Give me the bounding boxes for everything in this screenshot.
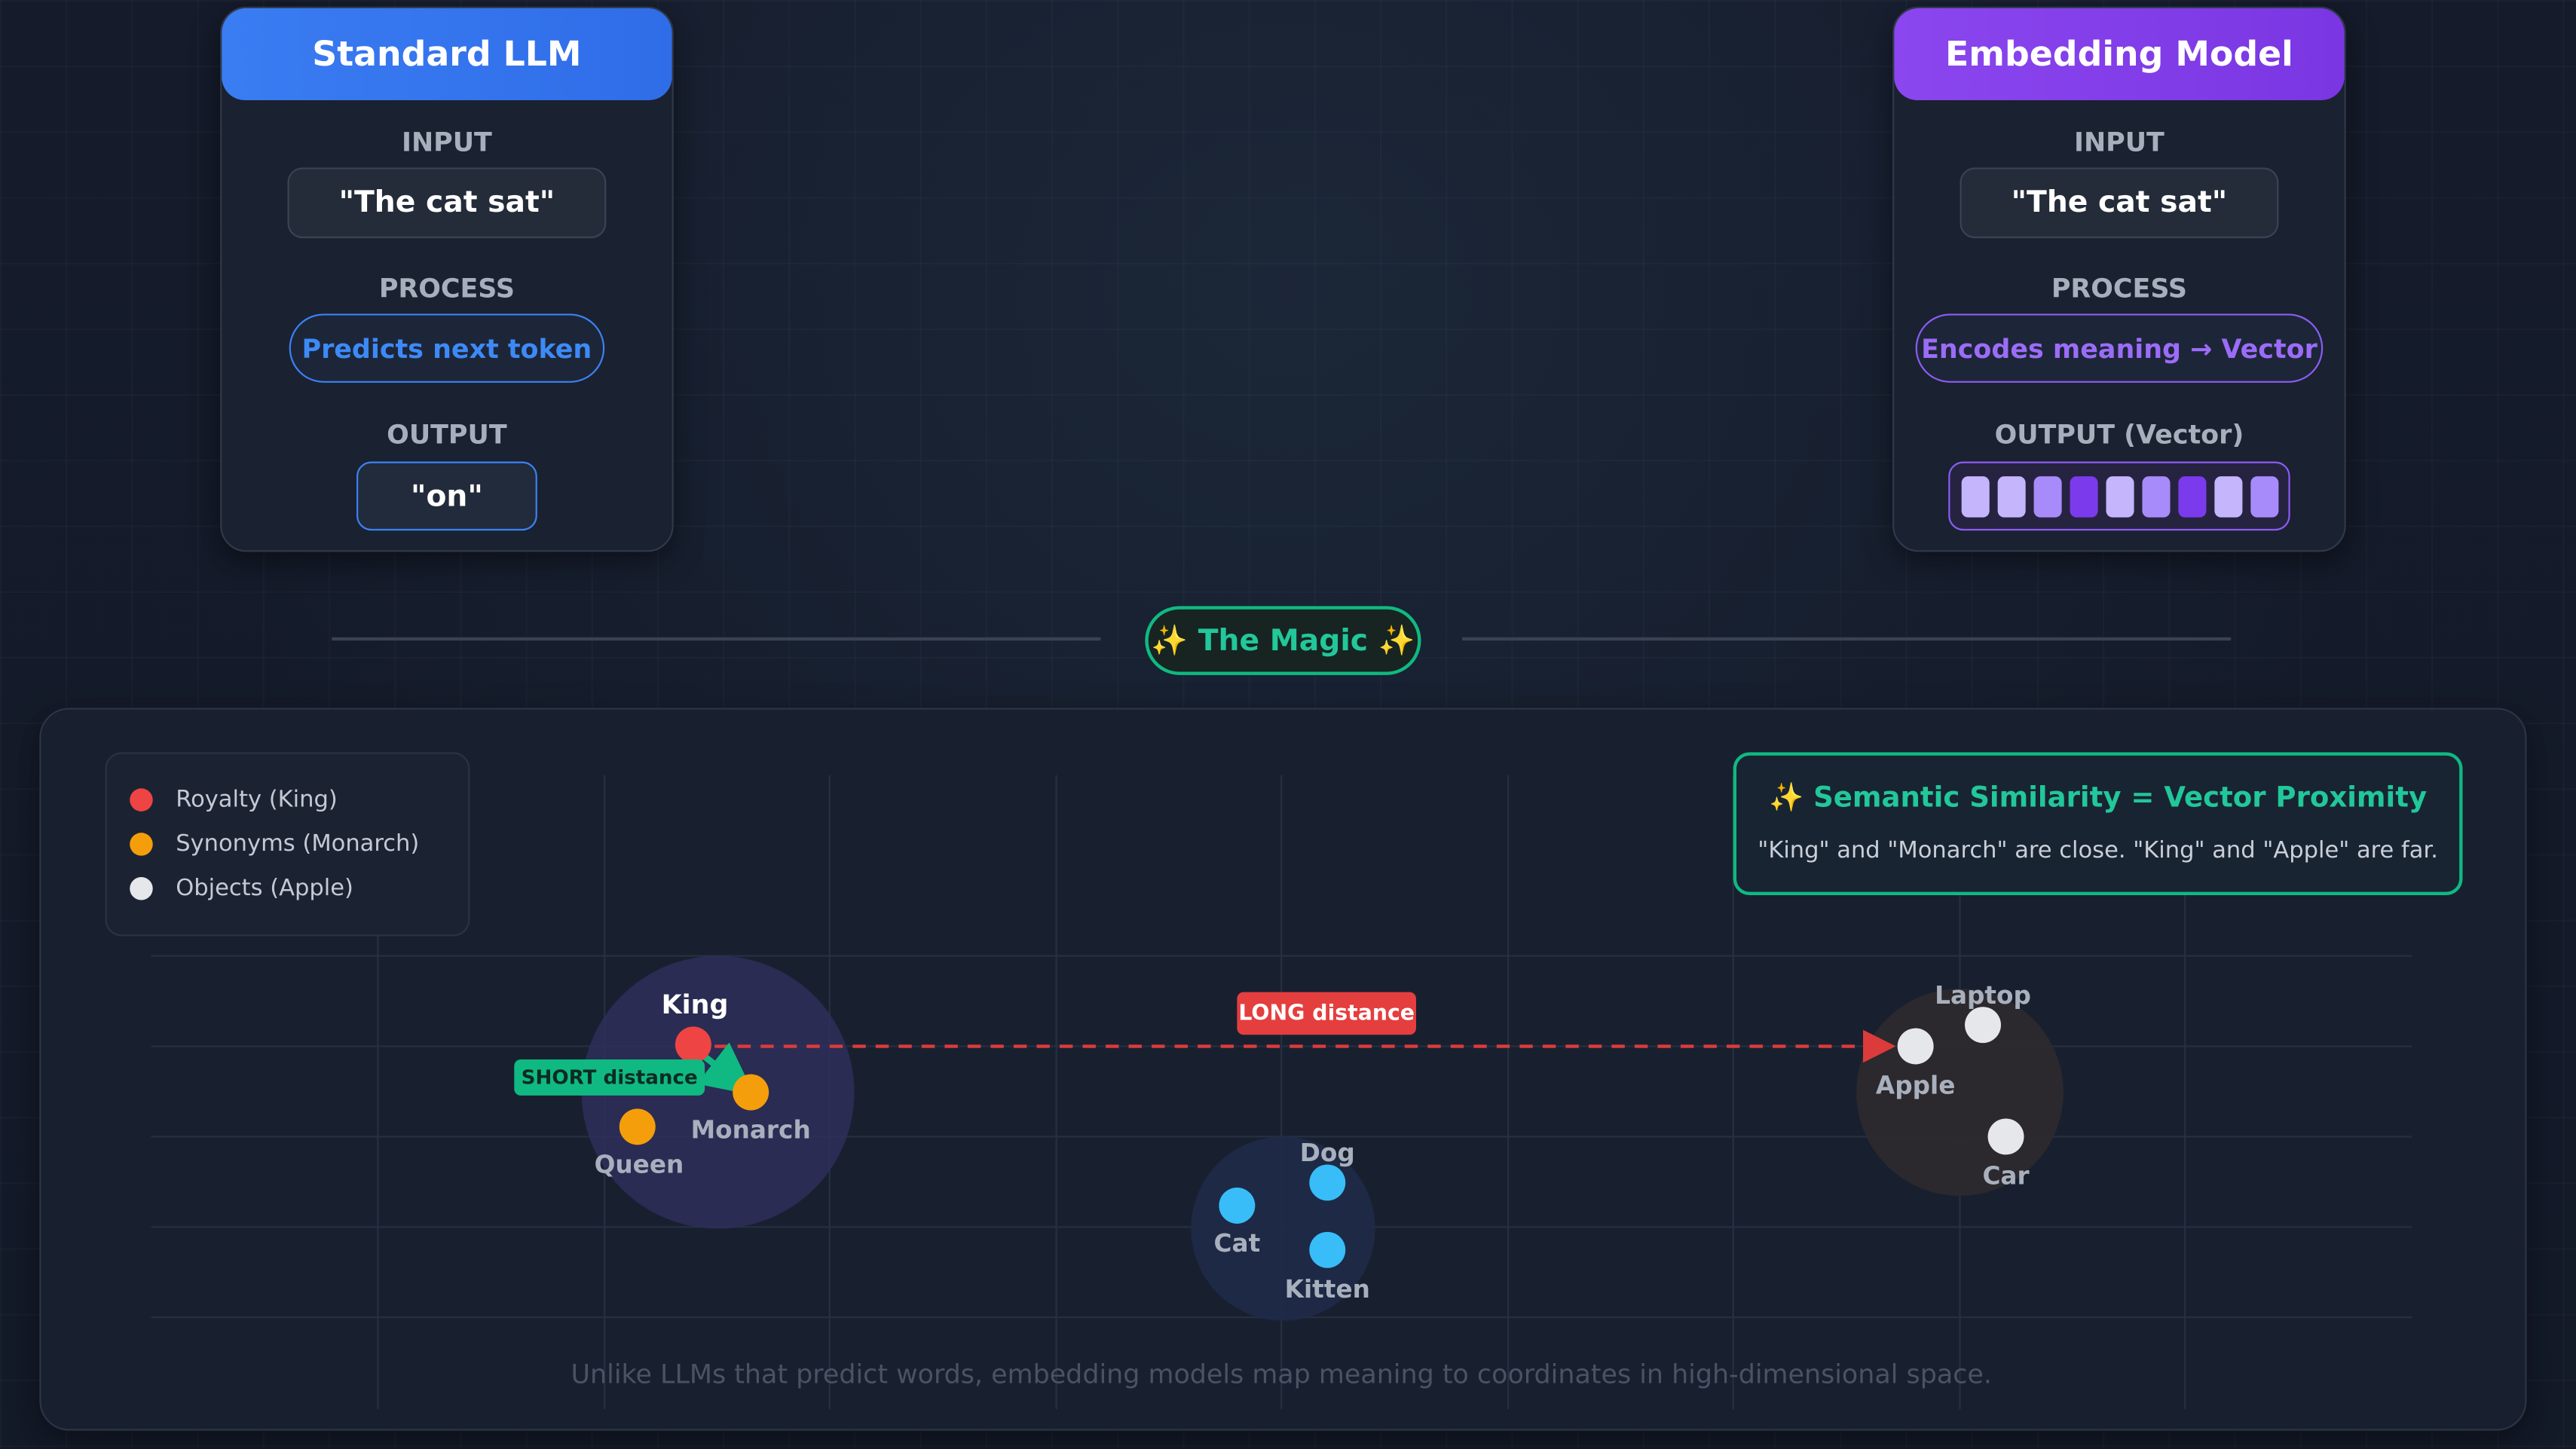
point-monarch [733,1074,769,1111]
legend-item-objects: Objects (Apple) [130,876,353,902]
semantic-similarity-callout: ✨ Semantic Similarity = Vector Proximity… [1733,752,2463,895]
legend-dot-objects [130,877,153,900]
diagram-canvas: Standard LLM INPUT "The cat sat" PROCESS… [0,0,2576,1449]
point-label-dog: Dog [1299,1138,1355,1168]
legend-label: Royalty (King) [176,787,338,814]
point-laptop [1965,1007,2001,1044]
point-label-laptop: Laptop [1935,980,2031,1010]
point-label-monarch: Monarch [690,1115,811,1145]
point-car [1987,1118,2024,1155]
short-distance-tag: SHORT distance [514,1059,705,1096]
callout-subtitle: "King" and "Monarch" are close. "King" a… [1758,837,2438,864]
point-label-kitten: Kitten [1284,1274,1370,1304]
point-label-apple: Apple [1875,1071,1956,1101]
point-queen [619,1108,656,1145]
legend-label: Objects (Apple) [176,875,353,902]
point-kitten [1309,1231,1346,1268]
point-label-queen: Queen [594,1149,684,1180]
vector-space-plot [151,775,2412,1410]
legend: Royalty (King) Synonyms (Monarch) Object… [105,752,470,937]
point-king [675,1026,711,1063]
point-label-car: Car [1982,1161,2030,1191]
point-dog [1309,1164,1346,1201]
long-distance-tag: LONG distance [1237,992,1416,1035]
legend-item-royalty: Royalty (King) [130,787,338,813]
legend-item-synonyms: Synonyms (Monarch) [130,831,419,857]
callout-title: ✨ Semantic Similarity = Vector Proximity [1769,781,2428,815]
footer-caption: Unlike LLMs that predict words, embeddin… [571,1358,1992,1390]
legend-dot-synonyms [130,833,153,856]
point-label-cat: Cat [1213,1228,1261,1258]
legend-dot-royalty [130,788,153,812]
point-cat [1219,1187,1256,1224]
point-apple [1897,1028,1934,1065]
legend-label: Synonyms (Monarch) [176,830,420,857]
point-label-king: King [661,989,729,1020]
